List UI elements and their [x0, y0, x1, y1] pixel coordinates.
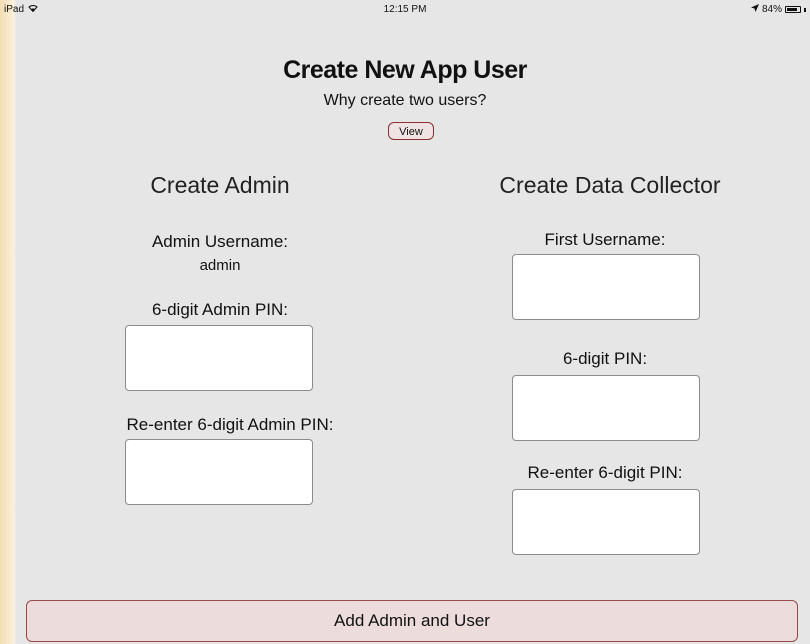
admin-pin-label: 6-digit Admin PIN: — [151, 300, 289, 319]
admin-reenter-pin-field[interactable] — [125, 439, 313, 505]
admin-heading: Create Admin — [150, 172, 290, 198]
battery-icon — [785, 6, 801, 13]
admin-pin-field[interactable] — [125, 325, 313, 391]
collector-pin-field[interactable] — [512, 375, 700, 441]
admin-username-label: Admin Username: — [151, 232, 289, 251]
admin-reenter-pin-label: Re-enter 6-digit Admin PIN: — [126, 415, 334, 434]
battery-nub — [804, 7, 806, 12]
collector-reenter-pin-field[interactable] — [512, 489, 700, 555]
collector-heading: Create Data Collector — [499, 172, 721, 198]
page-subtitle: Why create two users? — [323, 92, 487, 109]
admin-username-value: admin — [199, 257, 241, 274]
status-right: 84% — [750, 4, 806, 15]
location-arrow-icon — [750, 4, 759, 15]
collector-username-label: First Username: — [544, 230, 666, 249]
status-bar: iPad 12:15 PM 84% — [0, 0, 810, 22]
battery-level — [787, 8, 798, 11]
collector-reenter-pin-label: Re-enter 6-digit PIN: — [527, 463, 683, 482]
status-time: 12:15 PM — [383, 4, 427, 15]
collector-username-field[interactable] — [512, 254, 700, 320]
collector-pin-label: 6-digit PIN: — [562, 349, 648, 368]
view-button[interactable]: View — [388, 122, 434, 140]
add-admin-and-user-button[interactable]: Add Admin and User — [26, 600, 798, 642]
page-title: Create New App User — [283, 56, 527, 84]
battery-percent: 84% — [761, 4, 782, 15]
